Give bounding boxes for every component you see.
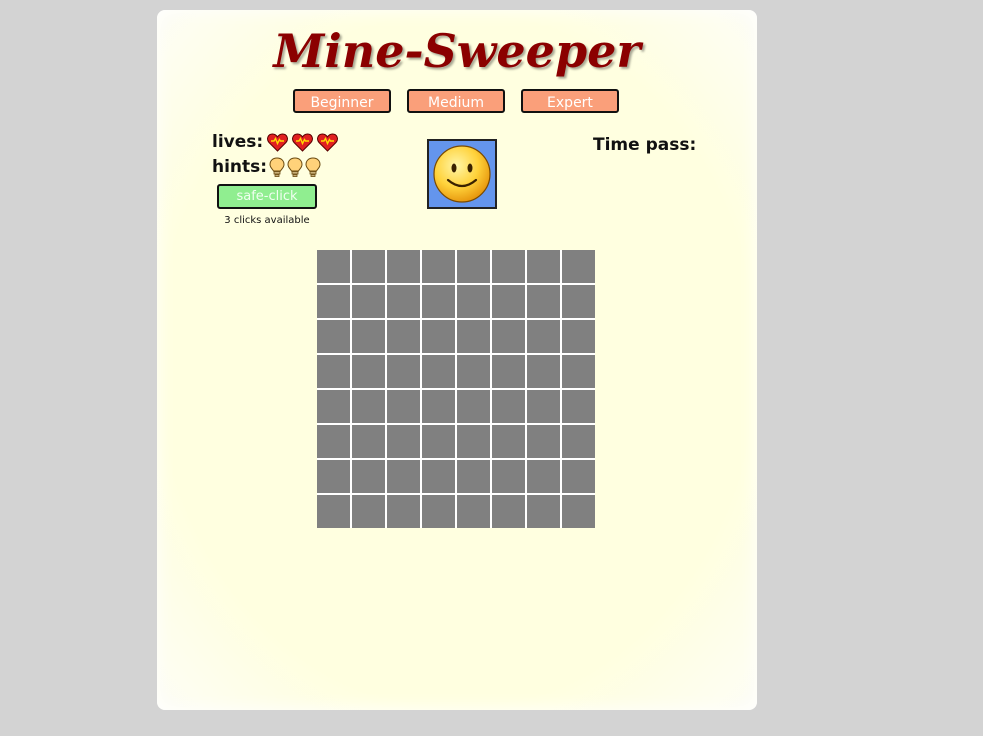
- game-panel: Mine-Sweeper Beginner Medium Expert live…: [157, 10, 757, 710]
- board-cell[interactable]: [562, 390, 595, 423]
- timer: Time pass:: [593, 135, 696, 155]
- expert-button[interactable]: Expert: [521, 89, 619, 113]
- medium-button[interactable]: Medium: [407, 89, 505, 113]
- board-cell[interactable]: [317, 355, 350, 388]
- board-cell[interactable]: [317, 425, 350, 458]
- board-cell[interactable]: [562, 460, 595, 493]
- board-cell[interactable]: [422, 320, 455, 353]
- board-cell[interactable]: [457, 250, 490, 283]
- board-cell[interactable]: [492, 390, 525, 423]
- board-cell[interactable]: [317, 285, 350, 318]
- smiley-face-icon: [433, 145, 491, 203]
- board-cell[interactable]: [457, 495, 490, 528]
- lives-icons: [263, 132, 339, 152]
- board-cell[interactable]: [562, 285, 595, 318]
- board-cell[interactable]: [527, 425, 560, 458]
- board-cell[interactable]: [352, 495, 385, 528]
- board-cell[interactable]: [422, 390, 455, 423]
- board-cell[interactable]: [492, 495, 525, 528]
- hint-icons: [267, 156, 321, 178]
- board-cell[interactable]: [352, 390, 385, 423]
- heart-icon: [292, 132, 314, 152]
- board-cell[interactable]: [387, 285, 420, 318]
- board-cell[interactable]: [492, 285, 525, 318]
- board-cell[interactable]: [527, 320, 560, 353]
- board-cell[interactable]: [387, 250, 420, 283]
- board-cell[interactable]: [422, 425, 455, 458]
- board-cell[interactable]: [317, 495, 350, 528]
- lightbulb-icon[interactable]: [305, 156, 321, 178]
- board-cell[interactable]: [352, 250, 385, 283]
- board-cell[interactable]: [457, 355, 490, 388]
- lives-label: lives:: [212, 132, 264, 152]
- hints-row: hints:: [212, 156, 321, 178]
- board-cell[interactable]: [317, 460, 350, 493]
- board-cell[interactable]: [387, 390, 420, 423]
- board-cell[interactable]: [352, 425, 385, 458]
- lightbulb-icon[interactable]: [287, 156, 303, 178]
- page-title: Mine-Sweeper: [273, 24, 641, 78]
- board-cell[interactable]: [422, 355, 455, 388]
- timer-label: Time pass:: [593, 135, 697, 155]
- board-cell[interactable]: [527, 390, 560, 423]
- lives-row: lives:: [212, 131, 339, 153]
- board-cell[interactable]: [492, 320, 525, 353]
- safe-click-note: 3 clicks available: [224, 215, 310, 226]
- board-cell[interactable]: [317, 390, 350, 423]
- board-cell[interactable]: [457, 425, 490, 458]
- board-cell[interactable]: [387, 320, 420, 353]
- board-cell[interactable]: [422, 495, 455, 528]
- board-cell[interactable]: [562, 355, 595, 388]
- board-cell[interactable]: [457, 320, 490, 353]
- beginner-button[interactable]: Beginner: [293, 89, 391, 113]
- board-cell[interactable]: [387, 460, 420, 493]
- heart-icon: [267, 132, 289, 152]
- board-cell[interactable]: [457, 285, 490, 318]
- board-cell[interactable]: [527, 460, 560, 493]
- board-cell[interactable]: [387, 495, 420, 528]
- mine-board: [317, 250, 595, 528]
- board-cell[interactable]: [317, 320, 350, 353]
- board-cell[interactable]: [422, 250, 455, 283]
- board-cell[interactable]: [527, 250, 560, 283]
- board-cell[interactable]: [352, 320, 385, 353]
- heart-icon: [317, 132, 339, 152]
- board-cell[interactable]: [562, 425, 595, 458]
- board-cell[interactable]: [562, 495, 595, 528]
- lightbulb-icon[interactable]: [269, 156, 285, 178]
- hints-label: hints:: [212, 157, 268, 177]
- board-cell[interactable]: [422, 460, 455, 493]
- board-cell[interactable]: [352, 460, 385, 493]
- board-cell[interactable]: [527, 495, 560, 528]
- restart-face-button[interactable]: [427, 139, 497, 209]
- board-cell[interactable]: [317, 250, 350, 283]
- board-cell[interactable]: [387, 355, 420, 388]
- board-cell[interactable]: [562, 250, 595, 283]
- board-cell[interactable]: [492, 250, 525, 283]
- board-cell[interactable]: [387, 425, 420, 458]
- board-cell[interactable]: [422, 285, 455, 318]
- board-cell[interactable]: [562, 320, 595, 353]
- board-cell[interactable]: [492, 355, 525, 388]
- board-cell[interactable]: [492, 425, 525, 458]
- board-cell[interactable]: [527, 355, 560, 388]
- board-cell[interactable]: [457, 390, 490, 423]
- board-cell[interactable]: [492, 460, 525, 493]
- board-cell[interactable]: [457, 460, 490, 493]
- board-cell[interactable]: [527, 285, 560, 318]
- board-cell[interactable]: [352, 355, 385, 388]
- safe-click-button[interactable]: safe-click: [217, 184, 317, 209]
- board-cell[interactable]: [352, 285, 385, 318]
